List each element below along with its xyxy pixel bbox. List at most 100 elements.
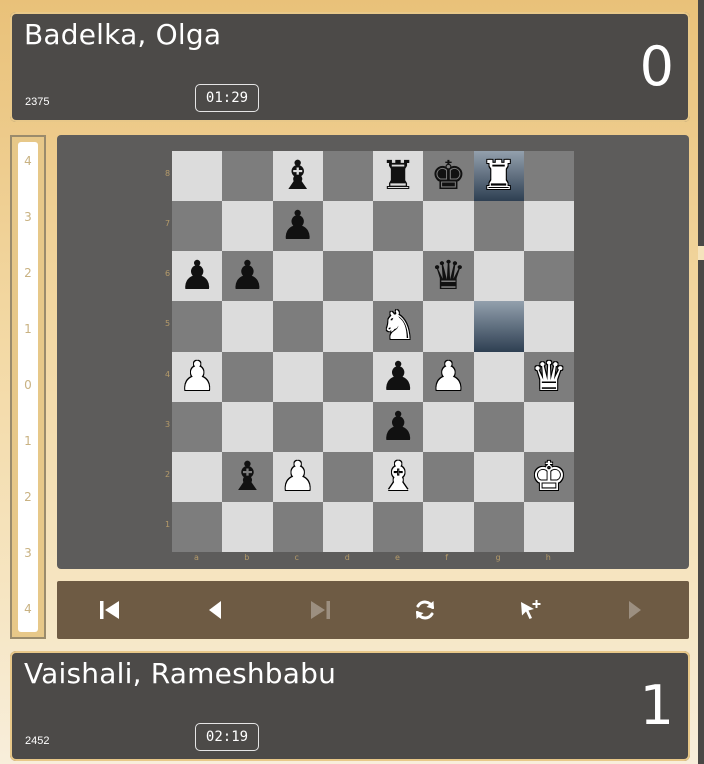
caret-left-icon — [208, 601, 221, 619]
square-d2[interactable] — [322, 451, 373, 502]
square-c7[interactable]: ♟ — [272, 201, 323, 252]
square-g1[interactable] — [473, 501, 524, 552]
square-c6[interactable] — [272, 251, 323, 302]
square-b3[interactable] — [222, 401, 273, 452]
square-c5[interactable] — [272, 301, 323, 352]
square-f5[interactable] — [423, 301, 474, 352]
analysis-mode-button[interactable] — [477, 581, 582, 639]
square-e7[interactable] — [373, 201, 424, 252]
square-a4[interactable]: ♟ — [172, 351, 223, 402]
chess-piece[interactable]: ♟ — [179, 357, 215, 397]
square-e2[interactable]: ♝ — [373, 451, 424, 502]
square-e5[interactable]: ♞ — [373, 301, 424, 352]
square-a8[interactable] — [172, 151, 223, 202]
square-a5[interactable] — [172, 301, 223, 352]
square-f7[interactable] — [423, 201, 474, 252]
square-a7[interactable] — [172, 201, 223, 252]
eval-label: 3 — [24, 210, 32, 224]
square-b4[interactable] — [222, 351, 273, 402]
square-e1[interactable] — [373, 501, 424, 552]
eval-label: 2 — [24, 266, 32, 280]
chess-piece[interactable]: ♟ — [380, 357, 416, 397]
square-c1[interactable] — [272, 501, 323, 552]
chess-piece[interactable]: ♟ — [380, 407, 416, 447]
rank-label: 2 — [165, 469, 171, 479]
square-f3[interactable] — [423, 401, 474, 452]
chess-piece[interactable]: ♟ — [280, 457, 316, 497]
rank-label: 5 — [165, 319, 171, 329]
chess-piece[interactable]: ♟ — [430, 357, 466, 397]
square-d7[interactable] — [322, 201, 373, 252]
square-a3[interactable] — [172, 401, 223, 452]
square-d4[interactable] — [322, 351, 373, 402]
flip-board-button[interactable] — [372, 581, 477, 639]
square-d6[interactable] — [322, 251, 373, 302]
chess-piece[interactable]: ♚ — [430, 156, 466, 196]
square-h7[interactable] — [523, 201, 574, 252]
chess-piece[interactable]: ♝ — [229, 457, 265, 497]
square-b6[interactable]: ♟ — [222, 251, 273, 302]
chess-piece[interactable]: ♞ — [380, 306, 416, 346]
square-a2[interactable] — [172, 451, 223, 502]
square-c8[interactable]: ♝ — [272, 151, 323, 202]
square-b5[interactable] — [222, 301, 273, 352]
square-h1[interactable] — [523, 501, 574, 552]
square-g2[interactable] — [473, 451, 524, 502]
square-d5[interactable] — [322, 301, 373, 352]
square-c4[interactable] — [272, 351, 323, 402]
next-move-button[interactable] — [582, 581, 687, 639]
chess-piece[interactable]: ♜ — [380, 156, 416, 196]
last-move-button[interactable] — [267, 581, 372, 639]
chess-piece[interactable]: ♛ — [430, 256, 466, 296]
square-c2[interactable]: ♟ — [272, 451, 323, 502]
square-g6[interactable] — [473, 251, 524, 302]
square-d1[interactable] — [322, 501, 373, 552]
chess-piece[interactable]: ♝ — [280, 156, 316, 196]
square-h3[interactable] — [523, 401, 574, 452]
square-e4[interactable]: ♟ — [373, 351, 424, 402]
square-b1[interactable] — [222, 501, 273, 552]
square-g4[interactable] — [473, 351, 524, 402]
square-d3[interactable] — [322, 401, 373, 452]
chess-piece[interactable]: ♟ — [280, 206, 316, 246]
square-f1[interactable] — [423, 501, 474, 552]
square-f2[interactable] — [423, 451, 474, 502]
square-b2[interactable]: ♝ — [222, 451, 273, 502]
skip-forward-icon — [310, 601, 330, 619]
bottom-player-score: 1 — [639, 674, 674, 737]
chess-piece[interactable]: ♝ — [380, 457, 416, 497]
square-g7[interactable] — [473, 201, 524, 252]
square-c3[interactable] — [272, 401, 323, 452]
square-h8[interactable] — [523, 151, 574, 202]
eval-label: 4 — [24, 602, 32, 616]
chess-piece[interactable]: ♚ — [531, 457, 567, 497]
square-h6[interactable] — [523, 251, 574, 302]
first-move-button[interactable] — [57, 581, 162, 639]
square-g3[interactable] — [473, 401, 524, 452]
chessboard[interactable]: ♝ ♜ ♚ ♜ ♟ ♟ ♟ ♛ ♞ ♟ ♟ ♟ ♛ ♟ ♝ ♟ ♝ ♚ 8 7 6 5 4 3 2 1 a b c d e f g h — [165, 151, 574, 562]
square-f8[interactable]: ♚ — [423, 151, 474, 202]
square-h5[interactable] — [523, 301, 574, 352]
evaluation-bar-fill: 4 3 2 1 0 1 2 3 4 — [18, 142, 38, 632]
square-a6[interactable]: ♟ — [172, 251, 223, 302]
square-g5[interactable] — [473, 301, 524, 352]
square-f6[interactable]: ♛ — [423, 251, 474, 302]
square-e6[interactable] — [373, 251, 424, 302]
chess-piece[interactable]: ♟ — [229, 256, 265, 296]
previous-move-button[interactable] — [162, 581, 267, 639]
square-h2[interactable]: ♚ — [523, 451, 574, 502]
square-b8[interactable] — [222, 151, 273, 202]
square-e8[interactable]: ♜ — [373, 151, 424, 202]
file-label: c — [294, 553, 299, 562]
square-h4[interactable]: ♛ — [523, 351, 574, 402]
chess-piece[interactable]: ♛ — [531, 357, 567, 397]
square-d8[interactable] — [322, 151, 373, 202]
strip-gap — [698, 246, 704, 260]
square-g8[interactable]: ♜ — [473, 151, 524, 202]
square-a1[interactable] — [172, 501, 223, 552]
chess-piece[interactable]: ♜ — [481, 156, 517, 196]
square-e3[interactable]: ♟ — [373, 401, 424, 452]
square-b7[interactable] — [222, 201, 273, 252]
chess-piece[interactable]: ♟ — [179, 256, 215, 296]
square-f4[interactable]: ♟ — [423, 351, 474, 402]
